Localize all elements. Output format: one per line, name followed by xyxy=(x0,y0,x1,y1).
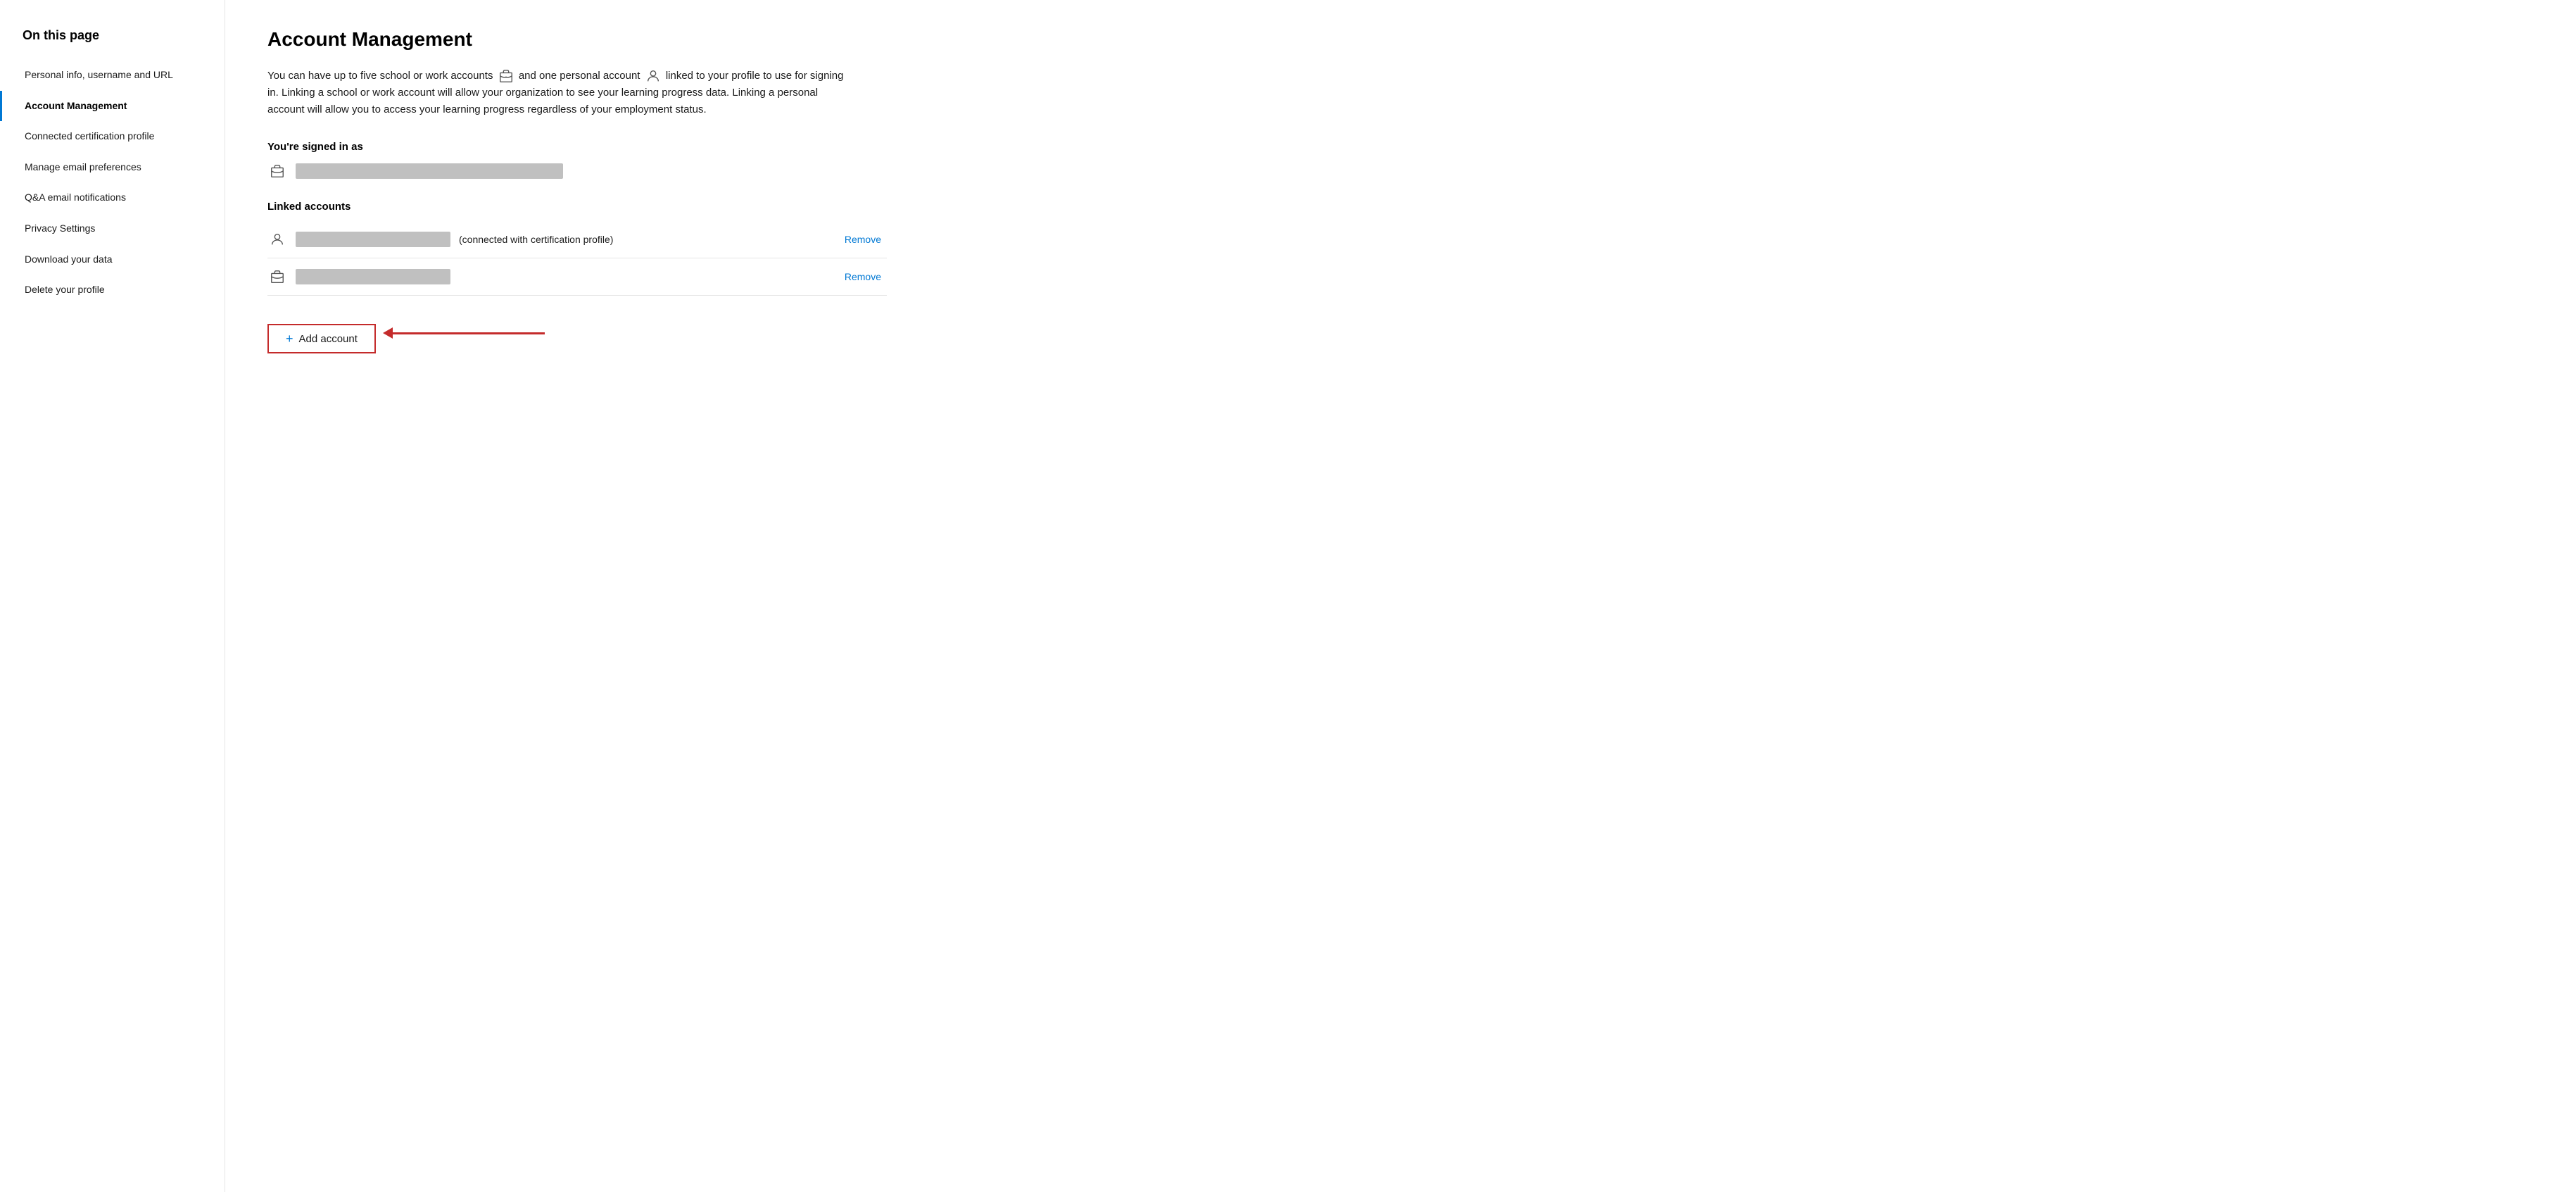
page-title: Account Management xyxy=(267,28,887,51)
sidebar-heading: On this page xyxy=(0,28,225,60)
linked-account-2-email-redacted xyxy=(296,269,450,284)
add-account-area: + Add account xyxy=(267,313,887,353)
plus-icon: + xyxy=(286,332,293,345)
linked-account-2-remove-button[interactable]: Remove xyxy=(839,268,887,285)
sidebar-item-delete-profile[interactable]: Delete your profile xyxy=(0,275,225,306)
linked-account-1-cert-text: (connected with certification profile) xyxy=(459,234,613,245)
signed-in-email-redacted xyxy=(296,163,563,179)
linked-account-1-remove-button[interactable]: Remove xyxy=(839,231,887,248)
arrow-line xyxy=(390,332,545,334)
description-text: You can have up to five school or work a… xyxy=(267,68,845,118)
sidebar-item-account-management[interactable]: Account Management xyxy=(0,91,225,122)
arrow-annotation xyxy=(390,332,545,334)
sidebar-item-download-data[interactable]: Download your data xyxy=(0,244,225,275)
linked-account-1-email-redacted xyxy=(296,232,450,247)
sidebar: On this page Personal info, username and… xyxy=(0,0,225,1192)
add-account-button[interactable]: + Add account xyxy=(267,324,376,353)
sidebar-item-privacy-settings[interactable]: Privacy Settings xyxy=(0,213,225,244)
linked-account-2-info xyxy=(267,267,831,287)
personal-account-icon xyxy=(645,68,661,84)
linked-account-1-person-icon xyxy=(267,230,287,249)
linked-account-2-work-icon xyxy=(267,267,287,287)
sidebar-item-personal-info[interactable]: Personal info, username and URL xyxy=(0,60,225,91)
linked-accounts-label: Linked accounts xyxy=(267,201,887,213)
main-content: Account Management You can have up to fi… xyxy=(225,0,929,1192)
work-account-icon xyxy=(498,68,514,84)
signed-in-work-icon xyxy=(267,161,287,181)
sidebar-item-qa-email[interactable]: Q&A email notifications xyxy=(0,182,225,213)
linked-account-row-2: Remove xyxy=(267,258,887,296)
add-account-label: Add account xyxy=(299,333,358,345)
sidebar-item-connected-certification[interactable]: Connected certification profile xyxy=(0,121,225,152)
linked-accounts-section: Linked accounts (connected with certific… xyxy=(267,201,887,296)
sidebar-item-manage-email[interactable]: Manage email preferences xyxy=(0,152,225,183)
signed-in-label: You're signed in as xyxy=(267,141,887,153)
linked-account-row-1: (connected with certification profile) R… xyxy=(267,221,887,258)
signed-in-row xyxy=(267,161,887,181)
linked-account-1-info: (connected with certification profile) xyxy=(267,230,831,249)
